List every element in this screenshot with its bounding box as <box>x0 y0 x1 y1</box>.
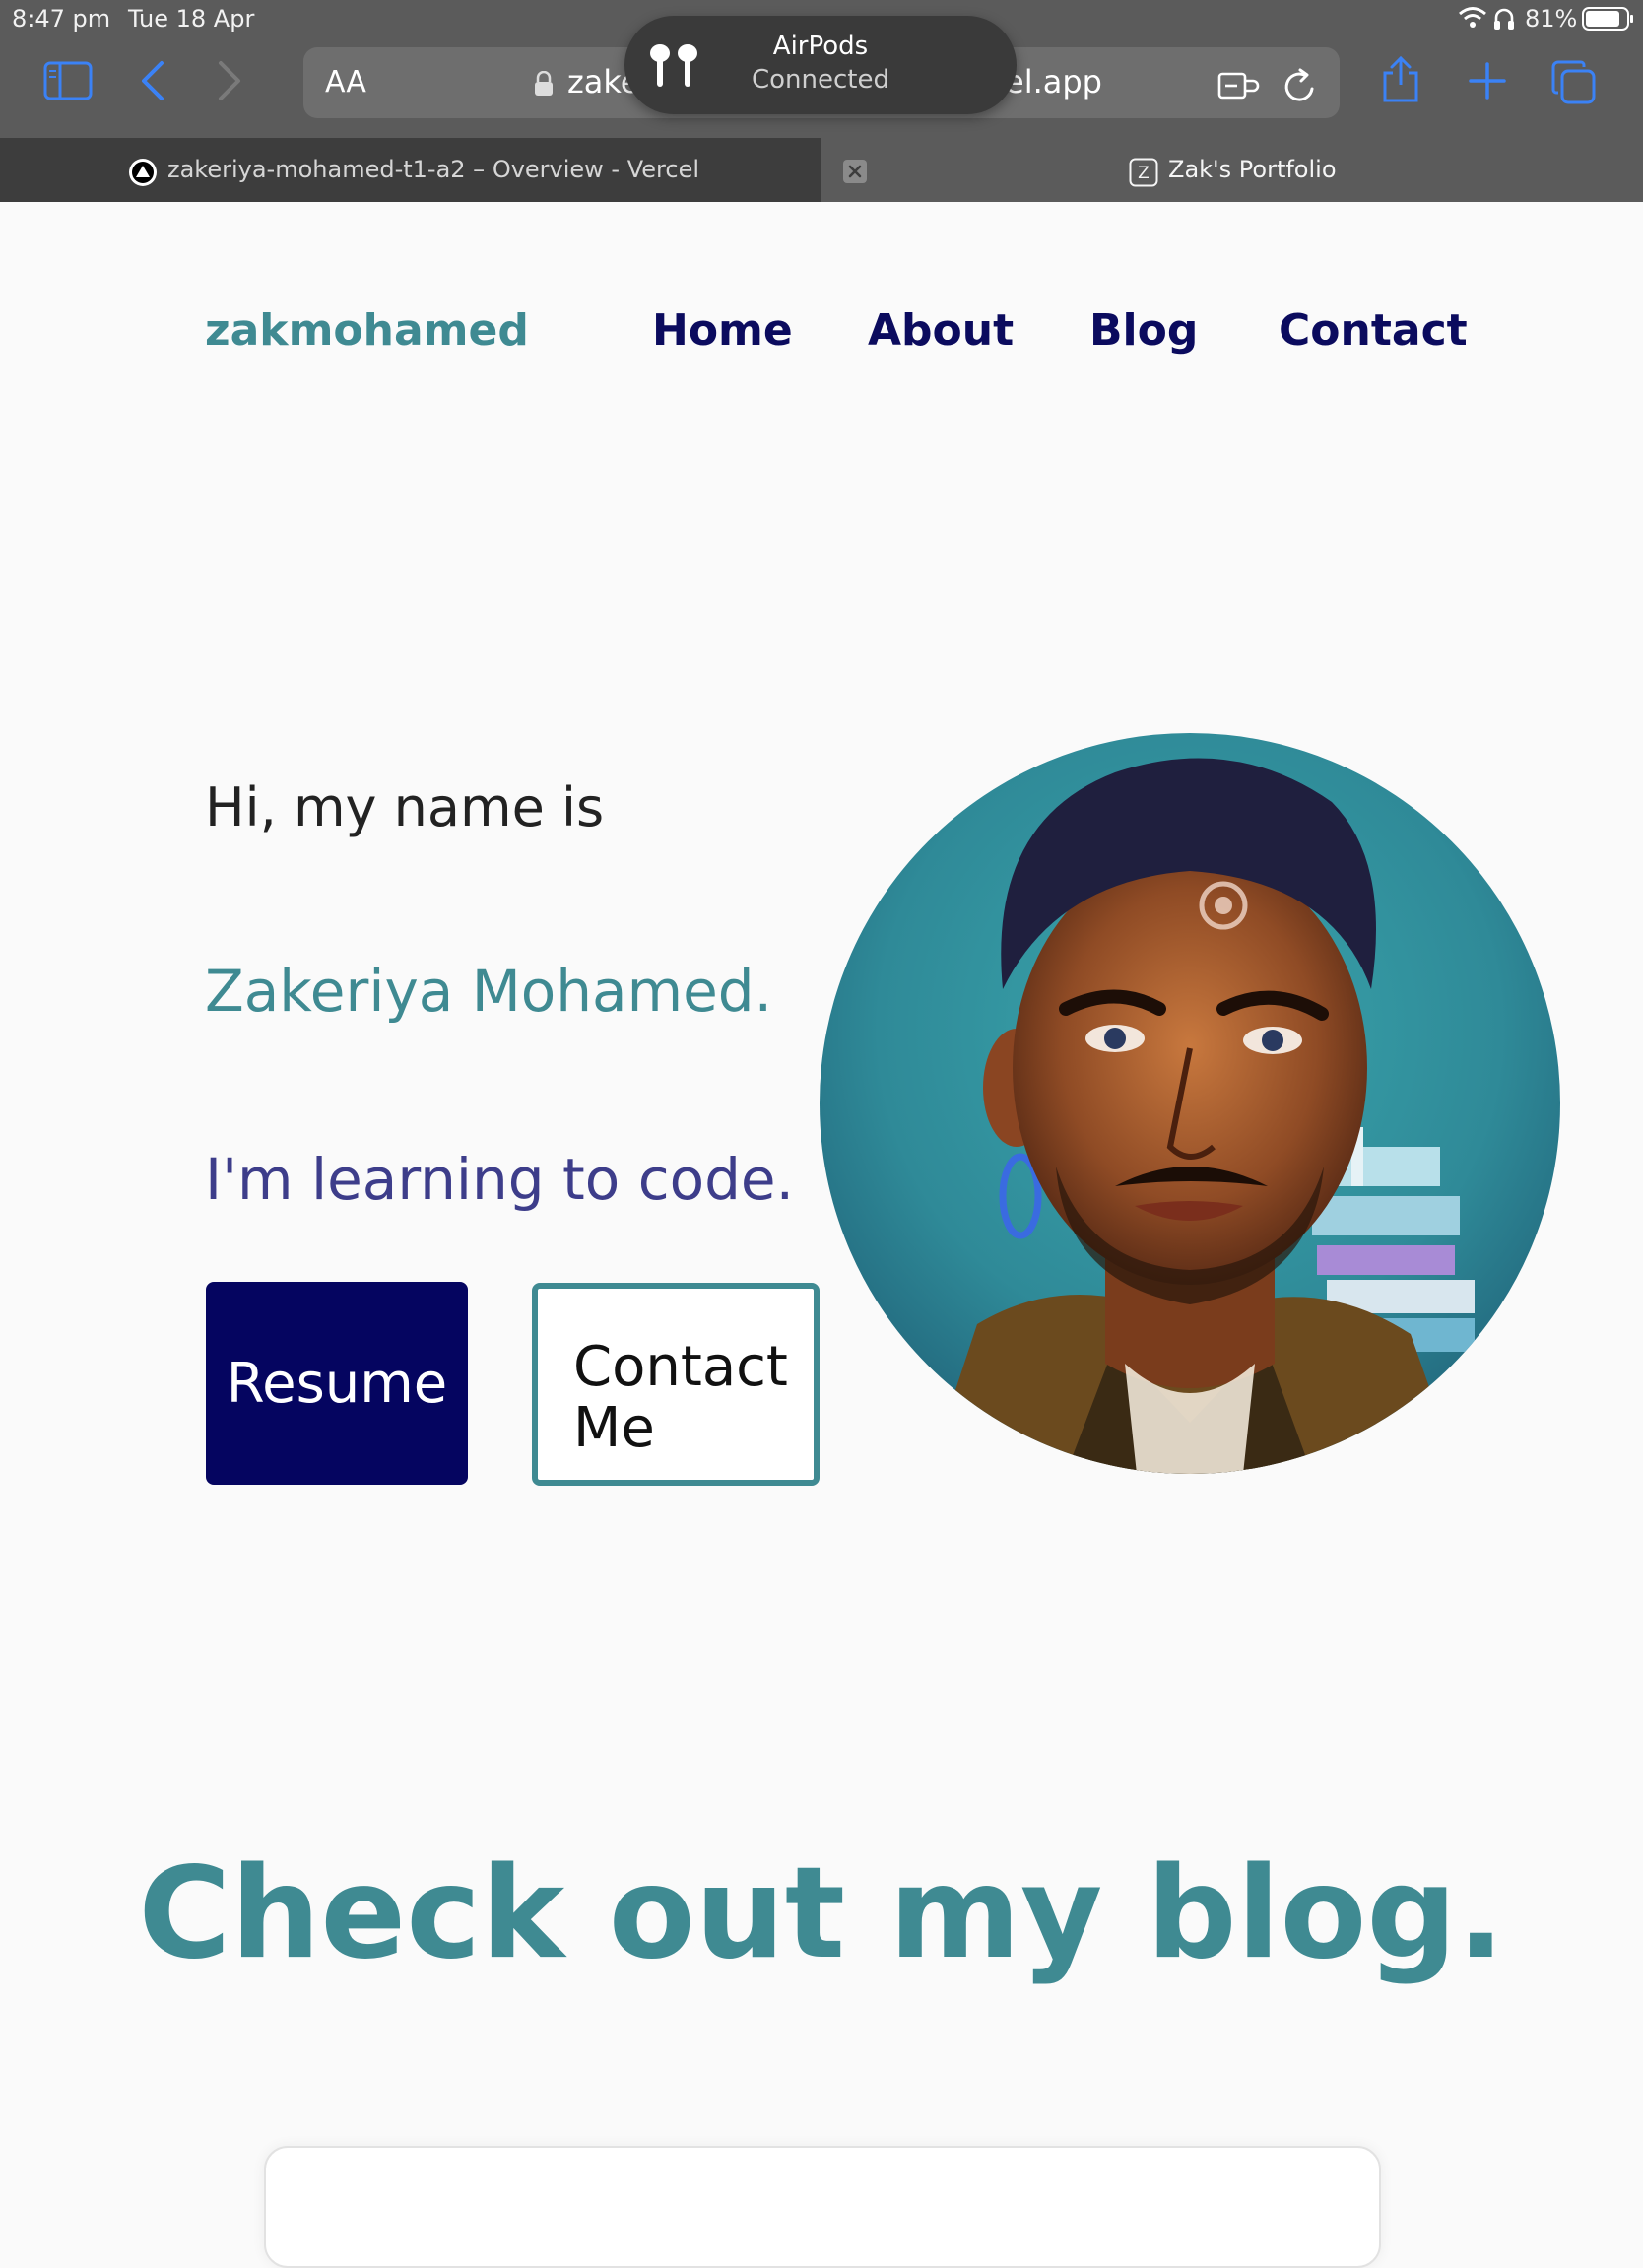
notification-subtitle: Connected <box>751 65 889 95</box>
nav-contact[interactable]: Contact <box>1279 305 1468 356</box>
extension-icon[interactable] <box>1217 69 1261 106</box>
contact-me-button[interactable]: Contact Me <box>532 1283 820 1486</box>
lock-icon <box>534 70 554 100</box>
blog-section-heading: Check out my blog. <box>138 1840 1505 1987</box>
tab-label: Zak's Portfolio <box>1168 156 1337 183</box>
url-text-right: el.app <box>1005 63 1102 100</box>
tabs-overview-icon[interactable] <box>1550 59 1598 110</box>
resume-button[interactable]: Resume <box>206 1282 468 1485</box>
notification-title: AirPods <box>772 32 869 61</box>
hero-tagline: I'm learning to code. <box>205 1146 795 1213</box>
profile-portrait <box>820 733 1560 1474</box>
wifi-icon <box>1458 6 1487 35</box>
battery-percentage: 81% <box>1525 5 1578 33</box>
contact-button-line-2: Me <box>573 1396 655 1460</box>
nav-home[interactable]: Home <box>652 305 793 356</box>
battery-icon <box>1582 6 1635 37</box>
contact-button-line-1: Contact <box>573 1335 788 1399</box>
browser-chrome: 8:47 pm Tue 18 Apr 81% AA zake el.app Ai… <box>0 0 1643 202</box>
share-icon[interactable] <box>1379 55 1422 108</box>
back-icon[interactable] <box>138 59 167 106</box>
reload-icon[interactable] <box>1282 67 1318 108</box>
tab-zaks-portfolio[interactable]: Z Zak's Portfolio <box>822 138 1643 202</box>
status-time: 8:47 pm <box>12 5 111 33</box>
forward-icon[interactable] <box>215 59 244 106</box>
hero-name: Zakeriya Mohamed. <box>205 958 773 1025</box>
tab-label: zakeriya-mohamed-t1-a2 – Overview - Verc… <box>167 156 700 183</box>
sidebar-toggle-icon[interactable] <box>43 61 93 104</box>
nav-about[interactable]: About <box>868 305 1014 356</box>
tab-bar: zakeriya-mohamed-t1-a2 – Overview - Verc… <box>0 138 1643 202</box>
tab-vercel-overview[interactable]: zakeriya-mohamed-t1-a2 – Overview - Verc… <box>0 138 822 202</box>
vercel-favicon-icon <box>128 158 158 193</box>
headphones-icon <box>1493 7 1515 36</box>
blog-card[interactable] <box>264 2146 1381 2268</box>
new-tab-icon[interactable] <box>1468 61 1507 104</box>
hero-intro: Hi, my name is <box>205 776 605 838</box>
site-brand[interactable]: zakmohamed <box>205 305 529 356</box>
z-favicon-icon: Z <box>1129 158 1158 193</box>
svg-text:Z: Z <box>1138 164 1150 183</box>
status-date: Tue 18 Apr <box>128 5 255 33</box>
nav-blog[interactable]: Blog <box>1089 305 1198 356</box>
airpods-notification: AirPods Connected <box>624 16 1017 114</box>
reader-aa-button[interactable]: AA <box>325 65 366 100</box>
